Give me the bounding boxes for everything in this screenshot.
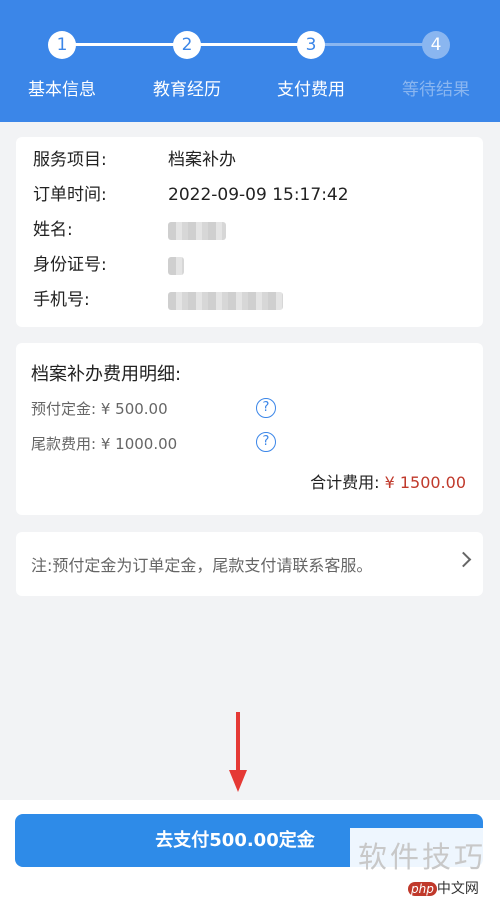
note-card[interactable]: 注:预付定金为订单定金，尾款支付请联系客服。	[16, 532, 483, 596]
fee-detail-card: 档案补办费用明细: 预付定金: ¥ 500.00 ? 尾款费用: ¥ 1000.…	[16, 343, 483, 515]
step-3-label: 支付费用	[277, 80, 345, 100]
balance-row: 尾款费用: ¥ 1000.00	[31, 433, 177, 454]
order-info-card: 服务项目: 档案补办 订单时间: 2022-09-09 15:17:42 姓名:…	[16, 137, 483, 327]
phone-label: 手机号:	[33, 290, 90, 310]
id-redacted	[168, 257, 184, 275]
service-value: 档案补办	[168, 150, 236, 170]
arrow-head-icon	[229, 770, 247, 792]
watermark-logo-php: php	[408, 882, 437, 896]
phone-redacted	[168, 292, 283, 310]
deposit-help-icon[interactable]: ?	[256, 398, 276, 418]
name-label: 姓名:	[33, 220, 73, 240]
watermark-logo-site: 中文网	[436, 881, 479, 897]
total-amount: ¥ 1500.00	[384, 473, 466, 492]
watermark-text: 软件技巧	[358, 840, 487, 874]
balance-help-icon[interactable]: ?	[256, 432, 276, 452]
phone-row: 手机号:	[33, 287, 333, 313]
arrow-down-icon	[236, 712, 240, 772]
total-label: 合计费用:	[310, 473, 380, 492]
step-3-circle: 3	[297, 31, 325, 59]
step-2-label: 教育经历	[153, 80, 221, 100]
chevron-right-icon	[455, 551, 472, 568]
deposit-label: 预付定金:	[31, 400, 97, 418]
name-row: 姓名:	[33, 217, 333, 243]
order-time-value: 2022-09-09 15:17:42	[168, 185, 349, 205]
balance-value: ¥ 1000.00	[100, 435, 178, 453]
progress-header: 1 2 3 4 基本信息 教育经历 支付费用 等待结果	[0, 0, 500, 122]
step-4-label: 等待结果	[402, 80, 470, 100]
id-row: 身份证号:	[33, 252, 333, 278]
step-1-circle: 1	[48, 31, 76, 59]
name-redacted	[168, 222, 226, 240]
watermark-logo: php 中文网	[408, 878, 479, 897]
deposit-value: ¥ 500.00	[100, 400, 168, 418]
balance-label: 尾款费用:	[31, 435, 97, 453]
step-1-label: 基本信息	[28, 80, 96, 100]
id-label: 身份证号:	[33, 255, 107, 275]
step-4-circle: 4	[422, 31, 450, 59]
step-connector-2	[196, 43, 312, 46]
deposit-row: 预付定金: ¥ 500.00	[31, 398, 168, 419]
order-time-label: 订单时间:	[33, 185, 107, 205]
total-row: 合计费用: ¥ 1500.00	[310, 469, 466, 493]
note-text: 注:预付定金为订单定金，尾款支付请联系客服。	[31, 556, 373, 575]
fee-title: 档案补办费用明细:	[31, 364, 182, 385]
step-2-circle: 2	[173, 31, 201, 59]
step-connector-1	[70, 43, 190, 46]
step-connector-3	[318, 43, 432, 46]
service-label: 服务项目:	[33, 150, 107, 170]
